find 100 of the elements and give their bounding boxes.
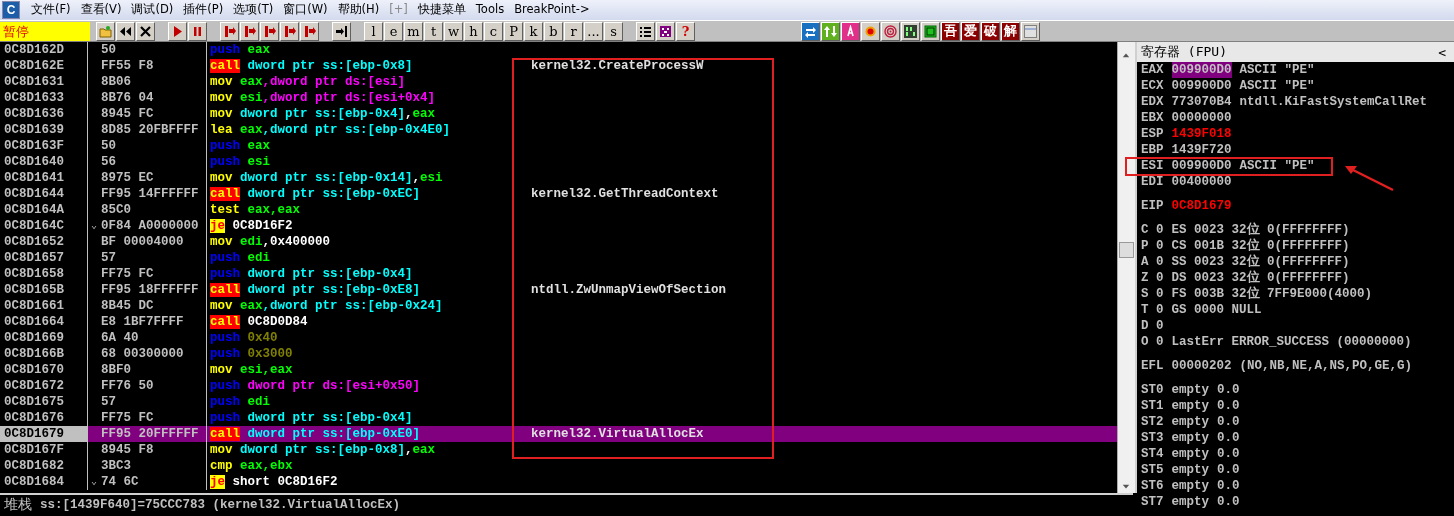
disassembly-row[interactable]: 0C8D1636 8945 FC mov dword ptr ss:[ebp-0x4],eax bbox=[0, 106, 1117, 122]
disassembly-row[interactable]: 0C8D1640 56 push esi bbox=[0, 154, 1117, 170]
toolbar-button[interactable]: s bbox=[604, 21, 623, 41]
collapse-button[interactable]: < bbox=[1438, 44, 1446, 60]
menu-item[interactable]: BreakPoint-> bbox=[509, 1, 595, 19]
register-value[interactable]: 0C8D1679 bbox=[1171, 198, 1232, 214]
register-value[interactable]: empty bbox=[1171, 414, 1210, 430]
menu-item[interactable]: 快捷菜单 bbox=[412, 1, 471, 19]
plugin-button[interactable]: 吾 bbox=[941, 21, 960, 41]
toolbar-button[interactable] bbox=[656, 21, 675, 41]
register-value[interactable]: 009900D0 bbox=[1171, 62, 1232, 78]
disassembly-row[interactable]: 0C8D162D 50 push eax bbox=[0, 42, 1117, 58]
register-value[interactable]: empty bbox=[1171, 430, 1210, 446]
disassembly-row[interactable]: 0C8D1658 FF75 FC push dword ptr ss:[ebp-0x4] bbox=[0, 266, 1117, 282]
menu-item[interactable]: 帮助(H) bbox=[332, 1, 385, 19]
toolbar-button[interactable] bbox=[801, 21, 820, 41]
disassembly-row[interactable]: 0C8D162E FF55 F8 call dword ptr ss:[ebp-0x8] kernel32.CreateProcessW bbox=[0, 58, 1117, 74]
menu-item[interactable]: 窗口(W) bbox=[278, 1, 333, 19]
register-value[interactable]: LastErr ERROR_SUCCESS (00000000) bbox=[1171, 334, 1412, 350]
register-value[interactable]: CS 001B 32位 0(FFFFFFFF) bbox=[1171, 238, 1350, 254]
toolbar-button[interactable]: r bbox=[564, 21, 583, 41]
toolbar-button[interactable] bbox=[96, 21, 115, 41]
disassembly-row[interactable]: 0C8D1664 E8 1BF7FFFF call 0C8D0D84 bbox=[0, 314, 1117, 330]
register-value[interactable]: empty bbox=[1171, 398, 1210, 414]
disassembly-row[interactable]: 0C8D1657 57 push edi bbox=[0, 250, 1117, 266]
toolbar-button[interactable] bbox=[188, 21, 207, 41]
help-button[interactable]: ? bbox=[676, 21, 695, 41]
disassembly-row[interactable]: 0C8D1669 6A 40 push 0x40 bbox=[0, 330, 1117, 346]
disassembly-row[interactable]: 0C8D1639 8D85 20FBFFFF lea eax,dword ptr ss:[ebp-0x4E0] bbox=[0, 122, 1117, 138]
toolbar-button[interactable]: b bbox=[544, 21, 563, 41]
disassembly-row[interactable]: 0C8D1670 8BF0 mov esi,eax bbox=[0, 362, 1117, 378]
disassembly-row[interactable]: 0C8D1661 8B45 DC mov eax,dword ptr ss:[ebp-0x24] bbox=[0, 298, 1117, 314]
register-value[interactable]: 009900D0 bbox=[1171, 158, 1232, 174]
toolbar-button[interactable]: l bbox=[364, 21, 383, 41]
toolbar-button[interactable] bbox=[220, 21, 239, 41]
disassembly-row[interactable]: 0C8D1684 ⌄ 74 6C je short 0C8D16F2 bbox=[0, 474, 1117, 490]
register-value[interactable]: empty bbox=[1171, 382, 1210, 398]
toolbar-button[interactable]: h bbox=[464, 21, 483, 41]
register-value[interactable]: 00000000 bbox=[1171, 110, 1232, 126]
toolbar-button[interactable] bbox=[168, 21, 187, 41]
register-value[interactable]: FS 003B 32位 7FF9E000(4000) bbox=[1171, 286, 1373, 302]
toolbar-button[interactable] bbox=[280, 21, 299, 41]
register-value[interactable]: 009900D0 bbox=[1171, 78, 1232, 94]
disassembly-row[interactable]: 0C8D1644 FF95 14FFFFFF call dword ptr ss:[ebp-0xEC] kernel32.GetThreadContext bbox=[0, 186, 1117, 202]
menu-item[interactable]: 选项(T) bbox=[228, 1, 279, 19]
toolbar-button[interactable] bbox=[821, 21, 840, 41]
menu-item[interactable]: 调试(D) bbox=[126, 1, 179, 19]
scrollbar[interactable] bbox=[1117, 42, 1135, 493]
disassembly-row[interactable]: 0C8D1675 57 push edi bbox=[0, 394, 1117, 410]
menu-item[interactable]: 查看(V) bbox=[75, 1, 127, 19]
disassembly-row[interactable]: 0C8D165B FF95 18FFFFFF call dword ptr ss:[ebp-0xE8] ntdll.ZwUnmapViewOfSection bbox=[0, 282, 1117, 298]
toolbar-button[interactable] bbox=[136, 21, 155, 41]
disassembly-row[interactable]: 0C8D164C ⌄ 0F84 A0000000 je 0C8D16F2 bbox=[0, 218, 1117, 234]
toolbar-button[interactable] bbox=[881, 21, 900, 41]
register-value[interactable]: 00000202 bbox=[1171, 358, 1232, 374]
toolbar-button[interactable] bbox=[921, 21, 940, 41]
register-value[interactable]: 00400000 bbox=[1171, 174, 1232, 190]
toolbar-button[interactable]: c bbox=[484, 21, 503, 41]
disassembly-row[interactable]: 0C8D1633 8B76 04 mov esi,dword ptr ds:[esi+0x4] bbox=[0, 90, 1117, 106]
register-value[interactable]: 1439F720 bbox=[1171, 142, 1232, 158]
toolbar-button[interactable]: w bbox=[444, 21, 463, 41]
toolbar-button[interactable]: P bbox=[504, 21, 523, 41]
register-value[interactable]: 773070B4 bbox=[1171, 94, 1232, 110]
toolbar-button[interactable]: t bbox=[424, 21, 443, 41]
register-value[interactable]: empty bbox=[1171, 494, 1210, 510]
disassembly-row[interactable]: 0C8D1652 BF 00004000 mov edi,0x400000 bbox=[0, 234, 1117, 250]
register-value[interactable]: empty bbox=[1171, 478, 1210, 494]
disassembly-row[interactable]: 0C8D163F 50 push eax bbox=[0, 138, 1117, 154]
register-value[interactable]: ES 0023 32位 0(FFFFFFFF) bbox=[1171, 222, 1350, 238]
menu-item[interactable]: 文件(F) bbox=[26, 1, 76, 19]
plugin-button[interactable]: 破 bbox=[981, 21, 1000, 41]
disassembly-row[interactable]: 0C8D1682 3BC3 cmp eax,ebx bbox=[0, 458, 1117, 474]
plugin-button[interactable]: 爱 bbox=[961, 21, 980, 41]
toolbar-button[interactable] bbox=[1021, 21, 1040, 41]
toolbar-button[interactable] bbox=[861, 21, 880, 41]
register-value[interactable]: DS 0023 32位 0(FFFFFFFF) bbox=[1171, 270, 1350, 286]
toolbar-button[interactable] bbox=[300, 21, 319, 41]
toolbar-button[interactable]: ... bbox=[584, 21, 603, 41]
menu-item[interactable]: 插件(P) bbox=[178, 1, 229, 19]
toolbar-button[interactable] bbox=[901, 21, 920, 41]
toolbar-button[interactable] bbox=[841, 21, 860, 41]
disassembly-row[interactable]: 0C8D1631 8B06 mov eax,dword ptr ds:[esi] bbox=[0, 74, 1117, 90]
register-value[interactable]: empty bbox=[1171, 462, 1210, 478]
toolbar-button[interactable] bbox=[116, 21, 135, 41]
register-value[interactable]: GS 0000 NULL bbox=[1171, 302, 1262, 318]
menu-item[interactable]: Tools bbox=[470, 1, 510, 19]
toolbar-button[interactable] bbox=[636, 21, 655, 41]
toolbar-button[interactable]: e bbox=[384, 21, 403, 41]
plugin-button[interactable]: 解 bbox=[1001, 21, 1020, 41]
register-value[interactable]: 1439F018 bbox=[1171, 126, 1232, 142]
register-value[interactable]: empty bbox=[1171, 446, 1210, 462]
disassembly-row[interactable]: 0C8D166B 68 00300000 push 0x3000 bbox=[0, 346, 1117, 362]
toolbar-button[interactable] bbox=[260, 21, 279, 41]
toolbar-button[interactable]: m bbox=[404, 21, 423, 41]
register-value[interactable]: SS 0023 32位 0(FFFFFFFF) bbox=[1171, 254, 1350, 270]
toolbar-button[interactable] bbox=[240, 21, 259, 41]
app-icon[interactable]: C bbox=[2, 1, 20, 19]
toolbar-button[interactable]: k bbox=[524, 21, 543, 41]
disassembly-row[interactable]: 0C8D1672 FF76 50 push dword ptr ds:[esi+0x50] bbox=[0, 378, 1117, 394]
disassembly-row[interactable]: 0C8D167F 8945 F8 mov dword ptr ss:[ebp-0x8],eax bbox=[0, 442, 1117, 458]
